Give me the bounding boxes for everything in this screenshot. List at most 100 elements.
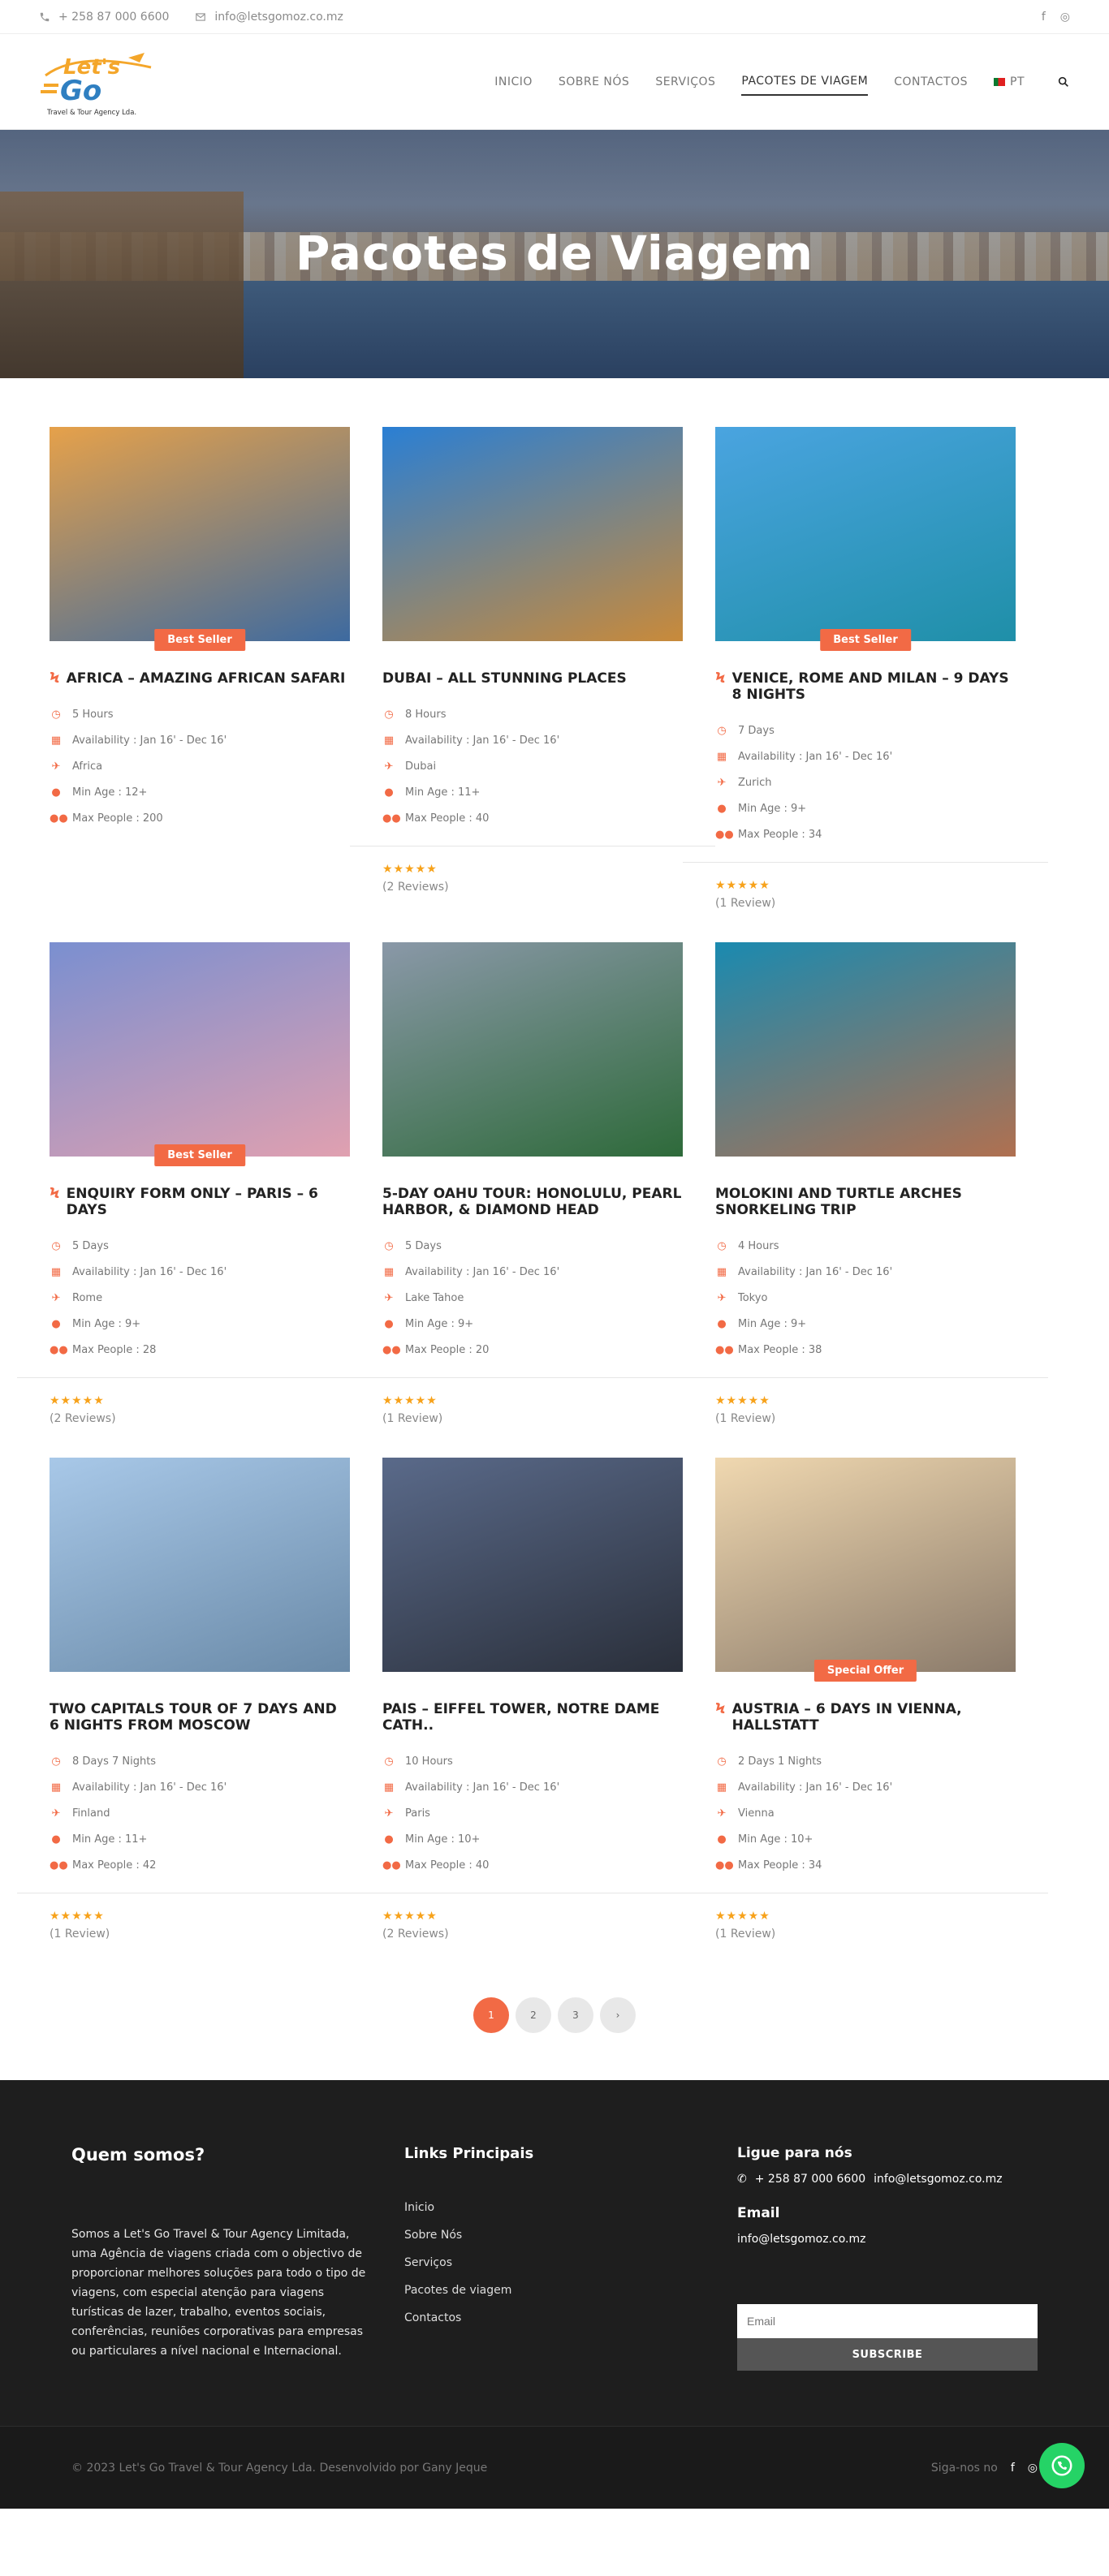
- tour-rating-stars: ★★★★★: [715, 879, 770, 892]
- tour-availability-text: Availability : Jan 16' - Dec 16': [738, 750, 893, 763]
- facebook-icon[interactable]: f: [1042, 11, 1046, 24]
- pagination: 1 2 3 ›: [0, 1997, 1109, 2033]
- tour-rating-stars: ★★★★★: [382, 1910, 438, 1923]
- tour-reviews-count[interactable]: (2 Reviews): [50, 1412, 382, 1425]
- footer-link-inicio[interactable]: Inicio: [404, 2201, 737, 2214]
- tour-rating-stars: ★★★★★: [715, 1394, 770, 1407]
- nav-sobre-nos[interactable]: SOBRE NÓS: [559, 69, 629, 95]
- nav-inicio[interactable]: INICIO: [494, 69, 533, 95]
- tour-title[interactable]: ϟ ENQUIRY FORM ONLY – PARIS – 6 DAYS: [50, 1186, 350, 1219]
- tour-title[interactable]: DUBAI – ALL STUNNING PLACES: [382, 670, 683, 687]
- tour-title[interactable]: ϟ VENICE, ROME AND MILAN – 9 DAYS 8 NIGH…: [715, 670, 1016, 704]
- tour-min-age: ● Min Age : 9+: [382, 1311, 715, 1337]
- instagram-icon[interactable]: ◎: [1028, 2462, 1038, 2475]
- envelope-icon: [196, 12, 206, 21]
- footer-link-contactos[interactable]: Contactos: [404, 2311, 737, 2324]
- tour-max-people: ●● Max People : 20: [382, 1337, 715, 1363]
- tour-reviews-count[interactable]: (1 Review): [715, 897, 1048, 910]
- tour-image[interactable]: [382, 1458, 683, 1672]
- tour-rating-stars: ★★★★★: [715, 1910, 770, 1923]
- tour-min-age: ● Min Age : 9+: [50, 1311, 382, 1337]
- tour-image[interactable]: [715, 942, 1016, 1157]
- tour-min-age: ● Min Age : 9+: [715, 795, 1048, 821]
- search-icon[interactable]: [1057, 75, 1070, 88]
- tour-title[interactable]: PAIS – EIFFEL TOWER, NOTRE DAME CATH..: [382, 1701, 683, 1734]
- tour-title[interactable]: MOLOKINI AND TURTLE ARCHES SNORKELING TR…: [715, 1186, 1016, 1218]
- tour-duration-text: 5 Days: [72, 1239, 109, 1252]
- nav-pacotes-de-viagem[interactable]: PACOTES DE VIAGEM: [741, 68, 869, 96]
- subscribe-button[interactable]: SUBSCRIBE: [737, 2338, 1038, 2371]
- tour-rating-stars: ★★★★★: [382, 1394, 438, 1407]
- tour-card[interactable]: Best Seller ϟ VENICE, ROME AND MILAN – 9…: [683, 427, 1048, 910]
- nav-contactos[interactable]: CONTACTOS: [894, 69, 968, 95]
- tour-title-text: DUBAI – ALL STUNNING PLACES: [382, 670, 627, 687]
- tour-card[interactable]: PAIS – EIFFEL TOWER, NOTRE DAME CATH.. ◷…: [350, 1458, 715, 1941]
- tour-min-age: ● Min Age : 10+: [715, 1826, 1048, 1852]
- tour-reviews-count[interactable]: (2 Reviews): [382, 881, 715, 894]
- tour-card[interactable]: DUBAI – ALL STUNNING PLACES ◷ 8 Hours ▦ Av…: [350, 427, 715, 910]
- tour-image-wrap: Special Offer: [715, 1458, 1016, 1682]
- tour-reviews-count[interactable]: (1 Review): [715, 1412, 1048, 1425]
- phone-icon: [40, 12, 50, 21]
- clock-icon: ◷: [384, 1239, 394, 1252]
- nav-servicos[interactable]: SERVIÇOS: [655, 69, 715, 95]
- lightning-icon: ϟ: [50, 670, 60, 687]
- copyright-text: © 2023 Let's Go Travel & Tour Agency Lda…: [71, 2461, 488, 2475]
- hero-palace-backdrop: [0, 192, 244, 378]
- footer-link-pacotes[interactable]: Pacotes de viagem: [404, 2284, 737, 2297]
- tour-card[interactable]: 5-DAY OAHU TOUR: HONOLULU, PEARL HARBOR,…: [350, 942, 715, 1425]
- phone-icon: ✆: [737, 2173, 747, 2186]
- footer-email[interactable]: info@letsgomoz.co.mz: [737, 2233, 1038, 2246]
- tour-title[interactable]: 5-DAY OAHU TOUR: HONOLULU, PEARL HARBOR,…: [382, 1186, 683, 1218]
- instagram-icon[interactable]: ◎: [1060, 11, 1070, 24]
- calendar-icon: ▦: [716, 1265, 727, 1278]
- tour-card[interactable]: Special Offer ϟ AUSTRIA – 6 DAYS IN VIEN…: [683, 1458, 1048, 1941]
- next-page-button[interactable]: ›: [600, 1997, 636, 2033]
- footer-link-servicos[interactable]: Serviços: [404, 2256, 737, 2269]
- tour-card[interactable]: MOLOKINI AND TURTLE ARCHES SNORKELING TR…: [683, 942, 1048, 1425]
- facebook-icon[interactable]: f: [1011, 2462, 1015, 2475]
- top-bar: + 258 87 000 6600 info@letsgomoz.co.mz f…: [0, 0, 1109, 34]
- tour-image[interactable]: [382, 942, 683, 1157]
- footer-phone[interactable]: + 258 87 000 6600: [755, 2173, 865, 2186]
- users-icon: ●●: [715, 1343, 734, 1356]
- tour-duration: ◷ 8 Hours: [382, 701, 715, 727]
- tour-reviews-count[interactable]: (1 Review): [715, 1928, 1048, 1941]
- page-button[interactable]: 3: [558, 1997, 593, 2033]
- tour-image[interactable]: [50, 942, 350, 1157]
- tour-title[interactable]: ϟ AUSTRIA – 6 DAYS IN VIENNA, HALLSTATT: [715, 1701, 1016, 1734]
- tour-image[interactable]: [715, 427, 1016, 641]
- tour-image[interactable]: [715, 1458, 1016, 1672]
- tour-card[interactable]: TWO CAPITALS TOUR OF 7 DAYS AND 6 NIGHTS…: [17, 1458, 382, 1941]
- tour-image[interactable]: [382, 427, 683, 641]
- tour-meta: ◷ 2 Days 1 Nights ▦ Availability : Jan 16'…: [715, 1748, 1048, 1878]
- tour-availability: ▦ Availability : Jan 16' - Dec 16': [715, 1774, 1048, 1800]
- page-button[interactable]: 1: [473, 1997, 509, 2033]
- tour-reviews-count[interactable]: (1 Review): [50, 1928, 382, 1941]
- tour-title-text: AFRICA – AMAZING AFRICAN SAFARI: [66, 670, 346, 687]
- tour-image-wrap: Best Seller: [715, 427, 1016, 651]
- tour-image[interactable]: [50, 1458, 350, 1672]
- page-button[interactable]: 2: [516, 1997, 551, 2033]
- footer-link-sobre-nos[interactable]: Sobre Nós: [404, 2229, 737, 2242]
- language-switcher[interactable]: PT: [994, 75, 1025, 88]
- footer-call-email[interactable]: info@letsgomoz.co.mz: [874, 2173, 1002, 2186]
- tour-availability-text: Availability : Jan 16' - Dec 16': [72, 734, 227, 747]
- tour-title[interactable]: TWO CAPITALS TOUR OF 7 DAYS AND 6 NIGHTS…: [50, 1701, 350, 1734]
- tour-max-people: ●● Max People : 34: [715, 821, 1048, 847]
- newsletter-email-input[interactable]: [737, 2304, 1038, 2338]
- tour-reviews-count[interactable]: (2 Reviews): [382, 1928, 715, 1941]
- whatsapp-button[interactable]: [1039, 2443, 1085, 2488]
- email-contact[interactable]: info@letsgomoz.co.mz: [195, 11, 343, 24]
- calendar-icon: ▦: [50, 1265, 62, 1278]
- tour-image[interactable]: [50, 427, 350, 641]
- site-logo[interactable]: Let's Go Travel & Tour Agency Lda.: [39, 41, 161, 123]
- tour-card[interactable]: Best Seller ϟ ENQUIRY FORM ONLY – PARIS …: [17, 942, 382, 1425]
- tour-title[interactable]: ϟ AFRICA – AMAZING AFRICAN SAFARI: [50, 670, 350, 687]
- tour-card[interactable]: Best Seller ϟ AFRICA – AMAZING AFRICAN S…: [50, 427, 382, 910]
- tour-reviews-count[interactable]: (1 Review): [382, 1412, 715, 1425]
- tour-duration: ◷ 4 Hours: [715, 1233, 1048, 1259]
- card-divider: [683, 1377, 1048, 1378]
- tour-max-people-text: Max People : 42: [72, 1859, 157, 1872]
- phone-contact[interactable]: + 258 87 000 6600: [39, 11, 169, 24]
